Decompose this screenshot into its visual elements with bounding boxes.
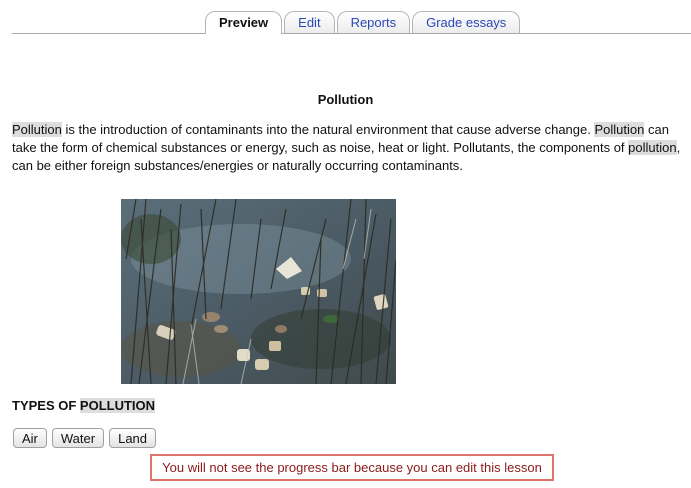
highlighted-word: pollution bbox=[628, 140, 677, 155]
tab-list: Preview Edit Reports Grade essays bbox=[205, 11, 521, 34]
section-heading-prefix: TYPES OF bbox=[12, 398, 80, 413]
page-title: Pollution bbox=[317, 92, 374, 107]
paragraph-text: is the introduction of contaminants into… bbox=[61, 122, 595, 137]
tab-grade-essays[interactable]: Grade essays bbox=[412, 11, 521, 33]
land-button[interactable]: Land bbox=[109, 428, 157, 448]
pollution-type-buttons: Air Water Land bbox=[13, 428, 157, 448]
progress-bar-notice: You will not see the progress bar becaus… bbox=[150, 454, 554, 481]
water-button[interactable]: Water bbox=[51, 428, 105, 448]
tab-preview[interactable]: Preview bbox=[205, 11, 283, 34]
polluted-water-photo bbox=[121, 199, 396, 384]
highlighted-word: Pollution bbox=[12, 122, 62, 137]
tab-edit[interactable]: Edit bbox=[284, 11, 335, 33]
tab-reports[interactable]: Reports bbox=[336, 11, 411, 33]
intro-paragraph: Pollution is the introduction of contami… bbox=[12, 121, 684, 175]
highlighted-word: Pollution bbox=[594, 122, 645, 137]
highlighted-word: POLLUTION bbox=[79, 398, 156, 413]
section-heading: TYPES OF POLLUTION bbox=[12, 398, 156, 413]
tab-bar: Preview Edit Reports Grade essays bbox=[12, 10, 691, 34]
air-button[interactable]: Air bbox=[13, 428, 47, 448]
